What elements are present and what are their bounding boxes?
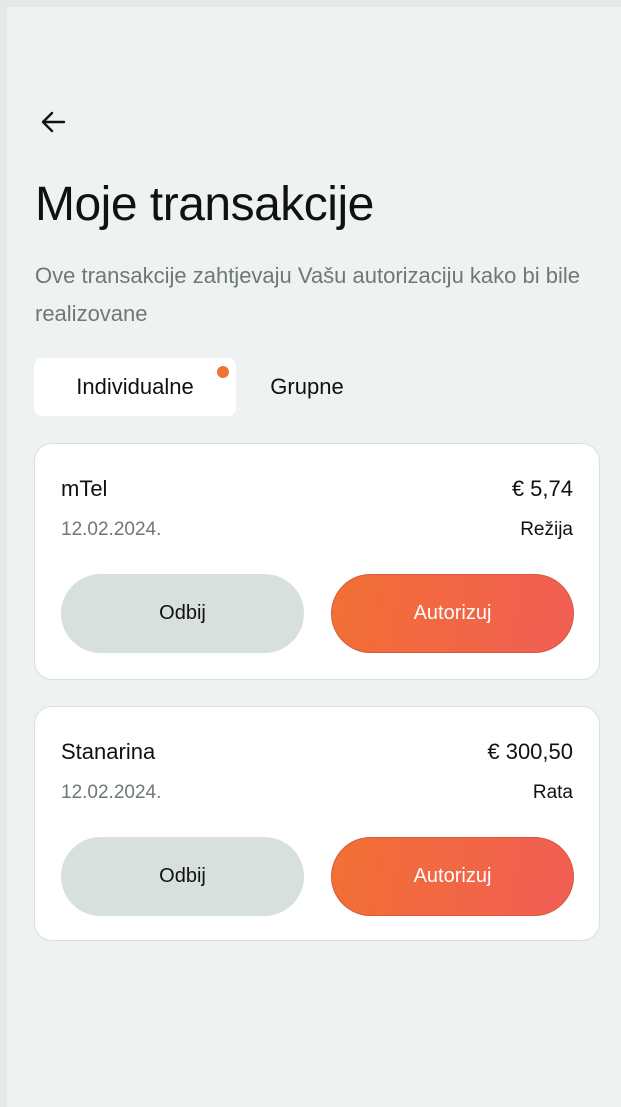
transaction-category: Režija [520, 519, 573, 540]
authorize-button[interactable]: Autorizuj [331, 837, 574, 916]
transaction-category: Rata [532, 782, 573, 803]
tab-label: Individualne [76, 374, 194, 399]
transaction-card: Stanarina € 300,50 12.02.2024. Rata Odbi… [34, 706, 600, 941]
tab-individualne[interactable]: Individualne [34, 358, 236, 416]
screen: Moje transakcije Ove transakcije zahtjev… [7, 7, 621, 1107]
transaction-amount: € 5,74 [511, 476, 573, 501]
tab-grupne[interactable]: Grupne [236, 358, 378, 416]
authorize-button[interactable]: Autorizuj [331, 574, 574, 653]
page-subtitle: Ove transakcije zahtjevaju Vašu autoriza… [35, 263, 580, 326]
merchant-name: mTel [61, 476, 108, 501]
transaction-date: 12.02.2024. [61, 519, 162, 540]
tab-label: Grupne [270, 374, 344, 399]
transaction-date: 12.02.2024. [61, 782, 162, 803]
reject-button[interactable]: Odbij [61, 837, 304, 916]
arrow-left-icon [39, 108, 67, 141]
merchant-name: Stanarina [61, 739, 156, 764]
reject-button[interactable]: Odbij [61, 574, 304, 653]
page-title: Moje transakcije [35, 178, 374, 231]
back-button[interactable] [35, 106, 71, 142]
transaction-card: mTel € 5,74 12.02.2024. Režija Odbij Aut… [34, 443, 600, 680]
notification-dot [217, 366, 229, 378]
transaction-amount: € 300,50 [487, 739, 573, 764]
